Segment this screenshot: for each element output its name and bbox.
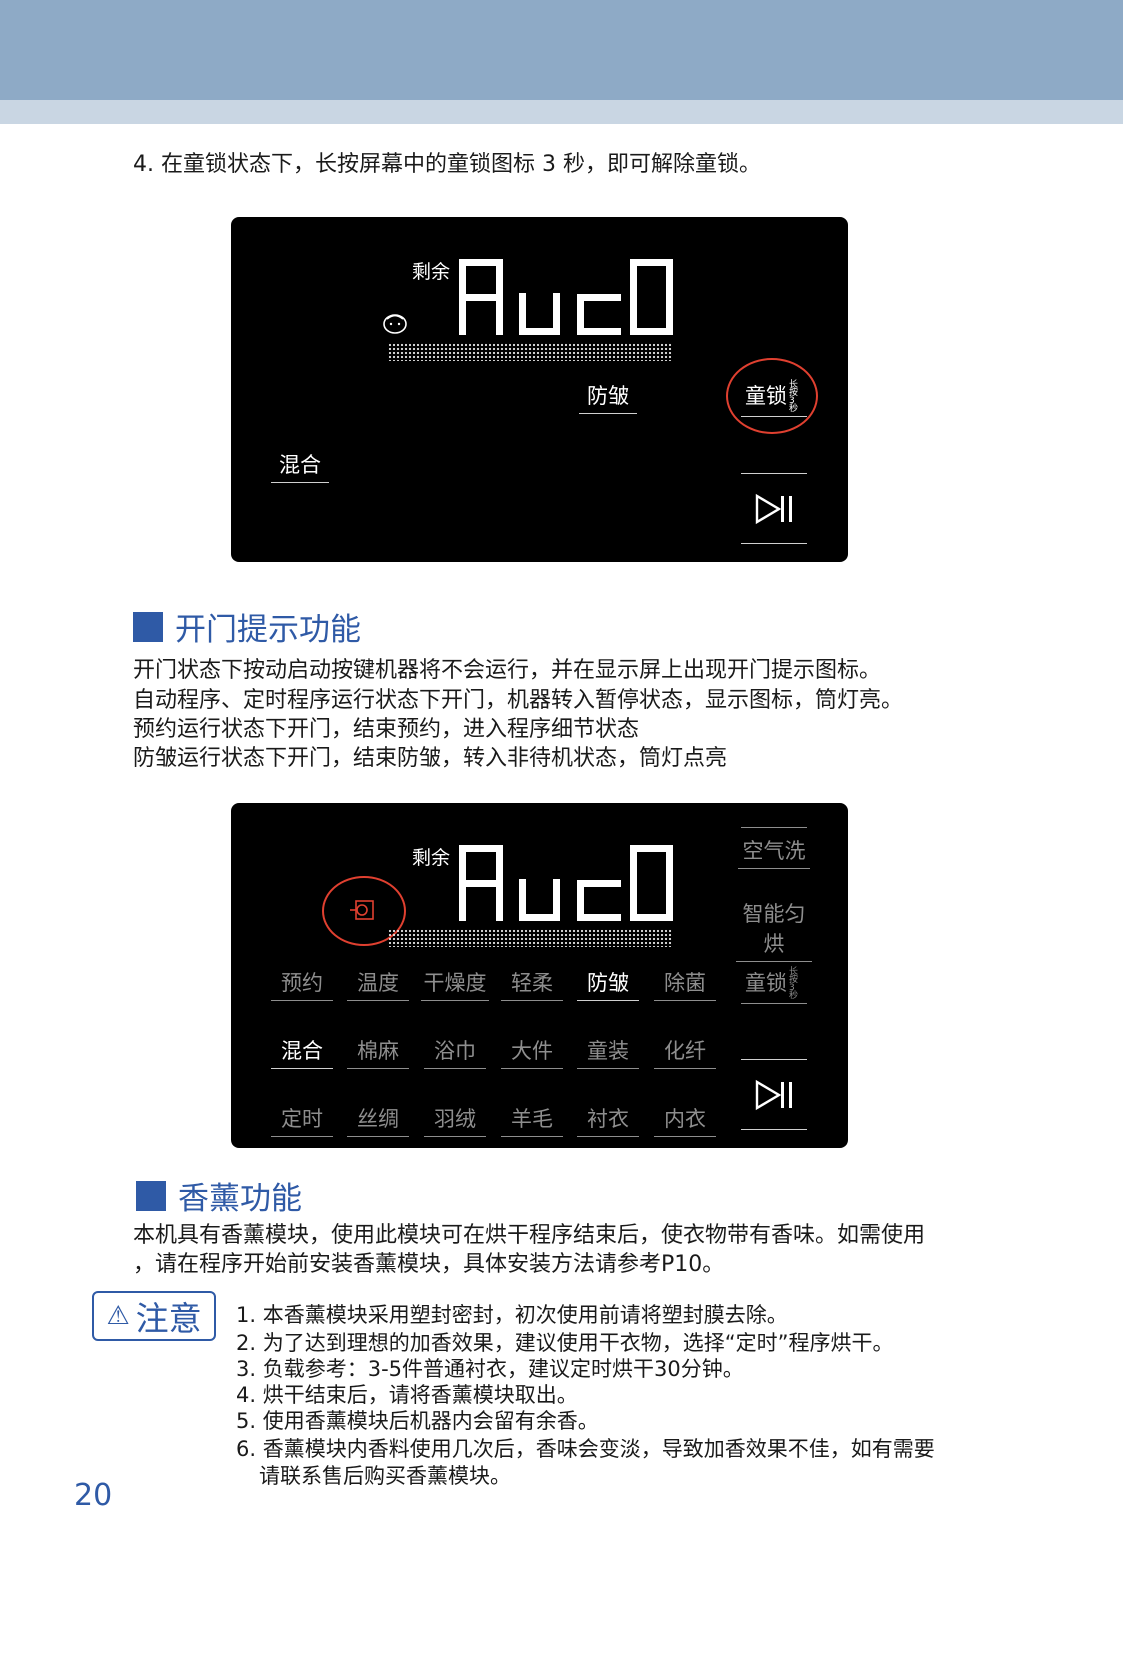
notice-badge: ⚠ 注意 [92, 1291, 216, 1341]
section-marker [133, 611, 163, 642]
door-line-4: 防皱运行状态下开门，结束防皱，转入非待机状态，筒灯点亮 [133, 746, 728, 771]
door-line-1: 开门状态下按动启动按键机器将不会运行，并在显示屏上出现开门提示图标。 [133, 658, 882, 683]
mixed-button[interactable]: 混合 [271, 449, 329, 483]
section-title-scent: 香薰功能 [136, 1173, 302, 1218]
program-towel[interactable]: 浴巾 [424, 1035, 486, 1069]
divider-line [741, 1129, 807, 1130]
page-number: 20 [74, 1478, 113, 1513]
door-line-2: 自动程序、定时程序运行状态下开门，机器转入暂停状态，显示图标，筒灯亮。 [133, 688, 904, 713]
control-panel-lock: 剩余 防皱 童锁 长按3秒 混合 [231, 217, 848, 562]
child-lock-label: 童锁 [745, 971, 787, 995]
program-shirt[interactable]: 衬衣 [577, 1103, 639, 1137]
notice-label: 注意 [135, 1299, 202, 1338]
divider-line [741, 1059, 807, 1060]
program-timer[interactable]: 定时 [271, 1103, 333, 1137]
note-item-6: 6. 香薰模块内香料使用几次后，香味会变淡，导致加香效果不佳，如有需要 [236, 1437, 935, 1461]
program-down[interactable]: 羽绒 [424, 1103, 486, 1137]
child-face-icon [383, 314, 407, 334]
program-bulky[interactable]: 大件 [501, 1035, 563, 1069]
note-item-3: 3. 负载参考：3-5件普通衬衣，建议定时烘干30分钟。 [236, 1357, 744, 1381]
air-wash-button[interactable]: 空气洗 [738, 835, 810, 869]
program-synthetic[interactable]: 化纤 [654, 1035, 716, 1069]
play-pause-icon[interactable] [755, 493, 795, 525]
note-item-6-cont: 请联系售后购买香薰模块。 [259, 1464, 511, 1488]
program-sterilize[interactable]: 除菌 [654, 967, 716, 1001]
program-dryness[interactable]: 干燥度 [421, 967, 489, 1001]
anti-wrinkle-button[interactable]: 防皱 [579, 380, 637, 414]
seven-seg-display [459, 845, 673, 921]
program-kids[interactable]: 童装 [577, 1035, 639, 1069]
program-temperature[interactable]: 温度 [347, 967, 409, 1001]
note-item-5: 5. 使用香薰模块后机器内会留有余香。 [236, 1409, 599, 1433]
note-item-1: 1. 本香薰模块采用塑封密封，初次使用前请将塑封膜去除。 [236, 1303, 788, 1327]
remaining-label: 剩余 [412, 847, 451, 869]
program-wool[interactable]: 羊毛 [501, 1103, 563, 1137]
play-pause-icon[interactable] [755, 1079, 795, 1111]
divider-line [741, 473, 807, 474]
progress-dots [388, 343, 672, 361]
program-cotton-linen[interactable]: 棉麻 [347, 1035, 409, 1069]
program-mixed[interactable]: 混合 [271, 1035, 333, 1069]
section-title-door: 开门提示功能 [133, 604, 361, 649]
program-reserve[interactable]: 预约 [271, 967, 333, 1001]
program-underwear[interactable]: 内衣 [654, 1103, 716, 1137]
header-band [0, 0, 1123, 100]
door-line-3: 预约运行状态下开门，结束预约，进入程序细节状态 [133, 717, 640, 742]
program-silk[interactable]: 丝绸 [347, 1103, 409, 1137]
highlight-circle [726, 358, 818, 434]
scent-line-2: ，请在程序开始前安装香薰模块，具体安装方法请参考P10。 [133, 1252, 725, 1277]
progress-dots [388, 929, 672, 947]
divider-line [741, 543, 807, 544]
seven-seg-display [459, 259, 673, 335]
child-lock-button[interactable]: 童锁 长按3秒 [741, 967, 807, 1004]
control-panel-full: 剩余 空气洗 智能匀烘 预约 温度 干燥度 轻柔 防皱 除菌 童锁 长按3秒 混合… [231, 803, 848, 1148]
note-item-4: 4. 烘干结束后，请将香薰模块取出。 [236, 1383, 578, 1407]
note-item-2: 2. 为了达到理想的加香效果，建议使用干衣物，选择“定时”程序烘干。 [236, 1331, 894, 1355]
smart-dry-button[interactable]: 智能匀烘 [736, 898, 812, 962]
intro-line: 4. 在童锁状态下，长按屏幕中的童锁图标 3 秒，即可解除童锁。 [133, 152, 761, 177]
warning-icon: ⚠ [106, 1301, 130, 1331]
program-gentle[interactable]: 轻柔 [501, 967, 563, 1001]
header-strip [0, 100, 1123, 124]
child-lock-hint: 长按3秒 [789, 967, 799, 1001]
program-anti-wrinkle[interactable]: 防皱 [577, 967, 639, 1001]
scent-line-1: 本机具有香薰模块，使用此模块可在烘干程序结束后，使衣物带有香味。如需使用 [133, 1223, 926, 1248]
section-marker [136, 1180, 166, 1211]
remaining-label: 剩余 [412, 261, 451, 283]
divider-line [741, 827, 807, 828]
